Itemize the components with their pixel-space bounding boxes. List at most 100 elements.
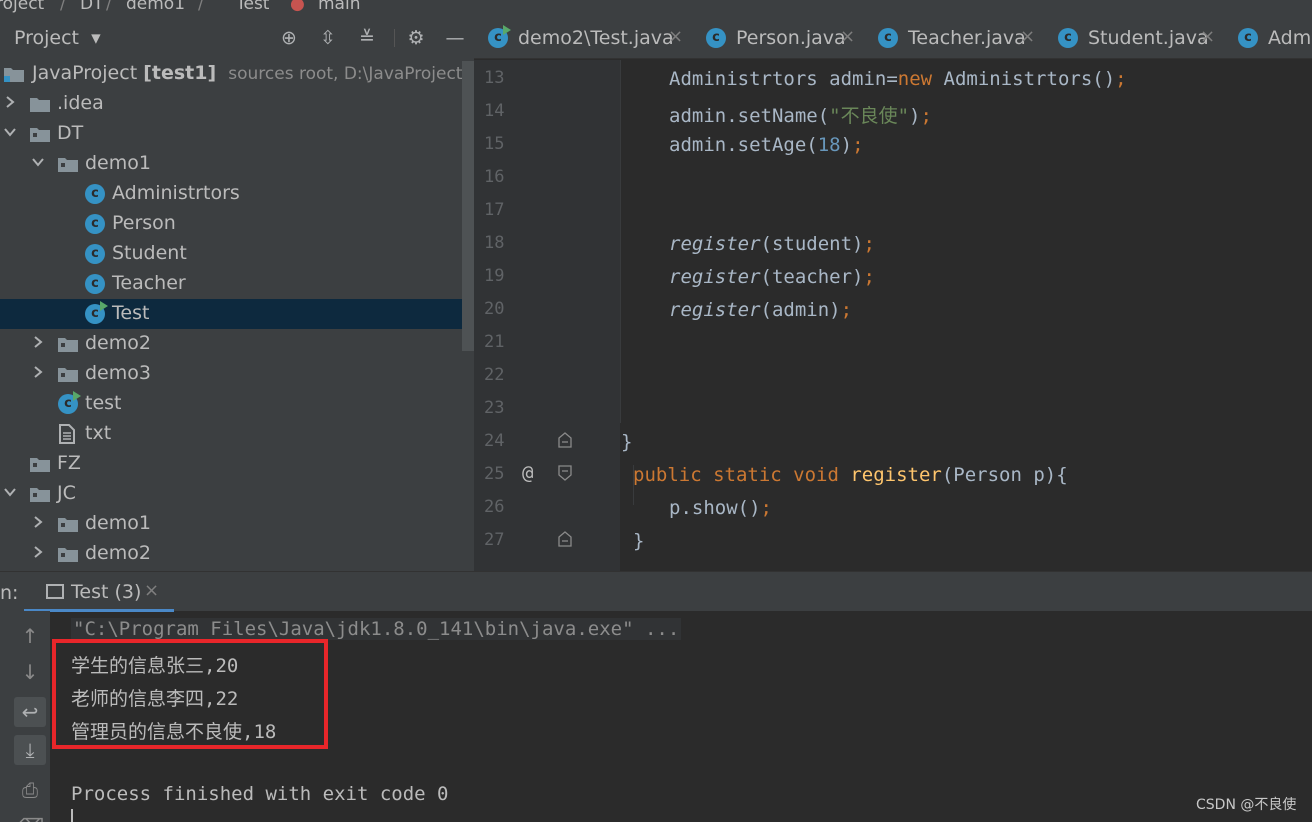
soft-wrap-icon[interactable]: ↩ (14, 697, 46, 727)
clear-icon[interactable]: ⌫ (14, 811, 46, 822)
close-icon[interactable]: × (840, 26, 855, 47)
chevron-right-icon[interactable] (32, 546, 44, 558)
chevron-right-icon[interactable] (32, 516, 44, 528)
chevron-down-icon[interactable] (4, 486, 16, 498)
close-icon[interactable]: × (1020, 26, 1035, 47)
code-line-19[interactable]: register(teacher); (669, 266, 875, 288)
override-marker-icon[interactable]: @ (522, 462, 533, 484)
fold-end-icon[interactable] (558, 531, 572, 547)
package-folder-icon (58, 518, 78, 532)
locate-icon[interactable]: ⊕ (277, 26, 301, 50)
class-icon: c (1238, 28, 1258, 48)
project-panel: Project ▾ ⊕ ⇳ ≚ ⚙ — JavaProject [test1] … (0, 17, 474, 571)
package-folder-icon (58, 338, 78, 352)
folder-icon (30, 98, 50, 112)
breadcrumb-main[interactable]: main (318, 0, 360, 14)
class-icon: c (1058, 28, 1078, 48)
tree-item-fz[interactable]: FZ (0, 449, 474, 479)
tree-item-idea[interactable]: .idea (0, 89, 474, 119)
tab-student-java[interactable]: c Student.java × (1044, 17, 1224, 58)
tree-item-txt[interactable]: txt (0, 419, 474, 449)
run-panel-label: n: (0, 582, 19, 604)
line-number: 22 (484, 365, 505, 385)
package-folder-icon (30, 488, 50, 502)
run-panel: n: Test (3) × ↑ ↓ ↩ ⤓ ⎙ ⌫ "C:\Program Fi… (0, 571, 1312, 822)
code-line-26[interactable]: p.show(); (669, 497, 772, 519)
line-number: 16 (484, 167, 505, 187)
code-line-14[interactable]: admin.setName("不良使"); (669, 101, 932, 128)
console-command-line: "C:\Program Files\Java\jdk1.8.0_141\bin\… (71, 618, 682, 640)
tree-item-test-class[interactable]: c test (0, 389, 474, 419)
line-number: 27 (484, 530, 505, 550)
class-icon: c (85, 214, 105, 234)
chevron-down-icon[interactable] (32, 156, 44, 168)
package-folder-icon (58, 548, 78, 562)
line-number: 19 (484, 266, 505, 286)
code-line-24[interactable]: } (621, 431, 632, 453)
project-scrollbar[interactable] (462, 61, 474, 351)
tree-item-jc-demo1[interactable]: demo1 (0, 509, 474, 539)
tree-item-dt[interactable]: DT (0, 119, 474, 149)
tree-item-person[interactable]: c Person (0, 209, 474, 239)
line-number: 13 (484, 68, 505, 88)
print-icon[interactable]: ⎙ (14, 775, 46, 805)
close-icon[interactable]: × (668, 26, 683, 47)
fold-start-icon[interactable] (558, 465, 572, 481)
code-line-13[interactable]: Administrtors admin=new Administrtors(); (669, 68, 1127, 90)
tree-item-demo1[interactable]: demo1 (0, 149, 474, 179)
close-icon[interactable]: × (1200, 26, 1215, 47)
collapse-all-icon[interactable]: ≚ (355, 26, 379, 50)
tree-item-teacher[interactable]: c Teacher (0, 269, 474, 299)
chevron-down-icon[interactable] (4, 126, 16, 138)
chevron-right-icon[interactable] (32, 366, 44, 378)
arrow-up-icon[interactable]: ↑ (14, 621, 46, 651)
fold-end-icon[interactable] (558, 432, 572, 448)
code-line-25[interactable]: public static void register(Person p){ (633, 464, 1068, 486)
class-icon: c (85, 184, 105, 204)
breadcrumb-project[interactable]: roject (0, 0, 44, 14)
navigation-breadcrumb: roject / DT / demo1 / Test ● main (0, 0, 1312, 17)
run-tab-test[interactable]: Test (3) × (24, 572, 174, 612)
minimize-icon[interactable]: — (443, 26, 467, 50)
breadcrumb-demo1[interactable]: demo1 (126, 0, 185, 14)
chevron-right-icon[interactable] (32, 336, 44, 348)
line-number: 17 (484, 200, 505, 220)
close-icon[interactable]: × (144, 580, 159, 601)
code-line-18[interactable]: register(student); (669, 233, 875, 255)
output-highlight-box (52, 639, 328, 749)
tab-administrtors-java[interactable]: c Admi (1224, 17, 1312, 58)
line-number: 24 (484, 431, 505, 451)
breadcrumb-dt[interactable]: DT (80, 0, 103, 14)
code-line-20[interactable]: register(admin); (669, 299, 852, 321)
class-icon: c (706, 28, 726, 48)
tab-teacher-java[interactable]: c Teacher.java × (864, 17, 1044, 58)
tree-item-administrtors[interactable]: c Administrtors (0, 179, 474, 209)
package-folder-icon (58, 368, 78, 382)
tree-item-jc-demo2[interactable]: demo2 (0, 539, 474, 569)
chevron-right-icon[interactable] (4, 96, 16, 108)
package-folder-icon (30, 458, 50, 472)
tab-person-java[interactable]: c Person.java × (692, 17, 864, 58)
gear-icon[interactable]: ⚙ (404, 26, 428, 50)
tree-item-javaproject[interactable]: JavaProject [test1] sources root, D:\Jav… (0, 59, 474, 89)
tree-item-jc[interactable]: JC (0, 479, 474, 509)
tree-item-student[interactable]: c Student (0, 239, 474, 269)
code-line-15[interactable]: admin.setAge(18); (669, 134, 864, 156)
breadcrumb-test[interactable]: Test (236, 0, 269, 14)
class-icon: c (878, 28, 898, 48)
scroll-to-end-icon[interactable]: ⤓ (14, 735, 46, 765)
module-folder-icon (4, 68, 24, 82)
tab-demo2-test-java[interactable]: c demo2\Test.java × (474, 17, 692, 58)
code-line-27[interactable]: } (633, 530, 644, 552)
expand-all-icon[interactable]: ⇳ (316, 26, 340, 50)
tree-item-test-selected[interactable]: c Test (0, 299, 474, 329)
arrow-down-icon[interactable]: ↓ (14, 657, 46, 687)
line-number: 26 (484, 497, 505, 517)
tree-item-demo3[interactable]: demo3 (0, 359, 474, 389)
line-gutter: 13 14 15 16 17 18 19 20 21 22 23 24 25 2… (474, 60, 620, 571)
console-exit-message: Process finished with exit code 0 (71, 783, 449, 805)
tree-item-demo2[interactable]: demo2 (0, 329, 474, 359)
line-number: 18 (484, 233, 505, 253)
project-view-selector[interactable]: Project ▾ (14, 27, 101, 49)
line-number: 14 (484, 101, 505, 121)
